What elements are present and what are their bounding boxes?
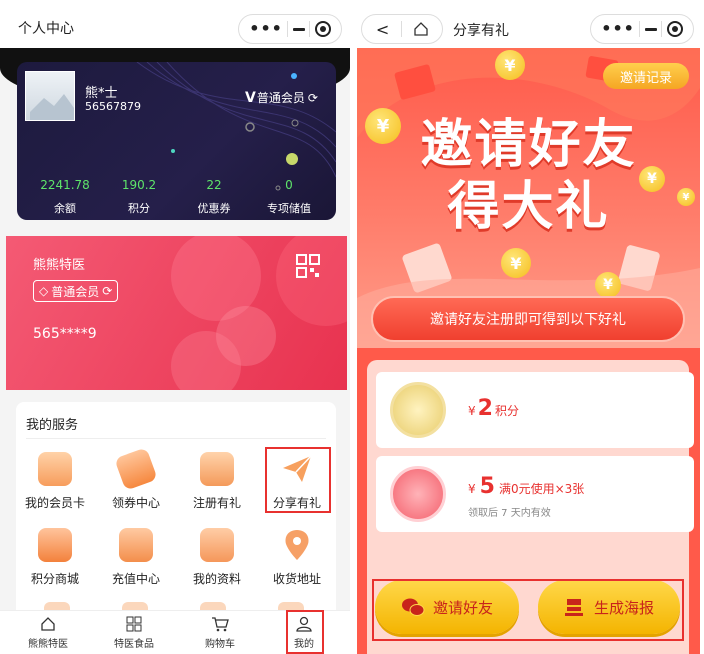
member-card-number: 565****9	[33, 326, 97, 342]
profile-screen: 个人中心 ••• 熊*士 56567879 V 普通会员 ⟳ 2241.78 余…	[0, 0, 350, 654]
services-title: 我的服务	[26, 418, 79, 433]
service-coupon-center[interactable]: 领券中心	[95, 447, 177, 511]
minimize-icon[interactable]	[644, 27, 657, 31]
highlight-action-buttons	[372, 579, 684, 641]
service-address[interactable]: 收货地址	[256, 528, 338, 587]
more-menu-icon[interactable]: •••	[249, 21, 283, 37]
home-icon[interactable]	[414, 22, 428, 36]
invite-hero-banner: ¥ ¥ ¥ ¥ ¥ ¥ 邀请记录 邀请好友 得大礼 邀请好友注册即可得到以下好礼	[357, 48, 700, 348]
points-shop-icon	[38, 528, 72, 562]
coupon-amount: 5	[479, 474, 495, 499]
share-top-bar: < 分享有礼 •••	[357, 0, 700, 48]
share-gift-screen: < 分享有礼 ••• ¥ ¥ ¥ ¥ ¥ ¥ 邀请记录 邀请好友 得大礼 邀请好…	[357, 0, 700, 654]
coin-icon: ¥	[501, 248, 531, 278]
user-name: 熊*士	[85, 86, 118, 101]
nav-capsule: <	[361, 14, 443, 44]
points-gift-icon	[390, 382, 446, 438]
mini-program-capsule: •••	[238, 14, 342, 44]
qr-code-icon[interactable]	[296, 254, 320, 278]
tab-home[interactable]: 熊熊特医	[18, 615, 78, 650]
tab-cart[interactable]: 购物车	[190, 615, 250, 650]
invite-banner-text: 邀请好友注册即可得到以下好礼	[371, 296, 685, 342]
invite-record-button[interactable]: 邀请记录	[603, 63, 689, 89]
member-level-badge[interactable]: V 普通会员 ⟳	[245, 89, 318, 106]
gift-points-card: ¥ 2 积分	[376, 372, 694, 448]
coupon-gift-icon	[390, 466, 446, 522]
hero-title-line1: 邀请好友	[420, 115, 637, 175]
minimize-icon[interactable]	[292, 27, 305, 31]
stat-coupons[interactable]: 22 优惠券	[179, 178, 249, 216]
profile-top-bar: 个人中心 •••	[0, 0, 350, 48]
user-info-card: 熊*士 56567879 V 普通会员 ⟳ 2241.78 余额 190.2 积分 …	[17, 62, 336, 220]
coin-icon: ¥	[495, 50, 525, 80]
service-points-mall[interactable]: 积分商城	[14, 528, 96, 587]
page-title: 个人中心	[18, 21, 74, 37]
profile-doc-icon	[200, 528, 234, 562]
service-register-gift[interactable]: 注册有礼	[176, 452, 258, 511]
avatar[interactable]	[25, 71, 75, 121]
recharge-icon	[119, 528, 153, 562]
location-pin-icon	[280, 528, 314, 562]
stat-special-deposit[interactable]: 0 专项储值	[254, 178, 324, 216]
gift-coupon-card: ¥ 5 满0元使用×3张 领取后 7 天内有效	[376, 456, 694, 532]
v-badge-icon: V	[245, 89, 256, 106]
more-menu-icon[interactable]: •••	[601, 21, 635, 37]
service-my-profile[interactable]: 我的资料	[176, 528, 258, 587]
highlight-share-gift	[265, 447, 331, 513]
coupon-icon	[114, 447, 158, 491]
service-member-card[interactable]: 我的会员卡	[14, 452, 96, 511]
crown-icon	[38, 452, 72, 486]
stat-balance[interactable]: 2241.78 余额	[30, 178, 100, 216]
points-amount: 2	[477, 396, 493, 421]
grid-icon	[125, 615, 143, 633]
diamond-icon: ◇	[39, 284, 49, 298]
refresh-icon[interactable]: ⟳	[102, 284, 112, 298]
back-icon[interactable]: <	[376, 20, 389, 39]
stat-points[interactable]: 190.2 积分	[104, 178, 174, 216]
member-card[interactable]: 熊熊特医 ◇ 普通会员 ⟳ 565****9	[6, 236, 347, 390]
home-icon	[39, 615, 57, 633]
refresh-icon[interactable]: ⟳	[308, 91, 318, 105]
page-title: 分享有礼	[453, 23, 509, 39]
coupon-validity: 领取后 7 天内有效	[468, 508, 551, 519]
gift-icon	[200, 452, 234, 486]
close-mini-program-icon[interactable]	[666, 21, 683, 37]
cart-icon	[211, 615, 229, 633]
member-level-text: 普通会员	[256, 91, 305, 105]
shop-name: 熊熊特医	[33, 258, 86, 273]
tab-foods[interactable]: 特医食品	[104, 615, 164, 650]
close-mini-program-icon[interactable]	[314, 21, 331, 37]
mini-program-capsule: •••	[590, 14, 694, 44]
user-id: 56567879	[85, 100, 141, 113]
highlight-tab-mine	[286, 610, 324, 654]
service-recharge[interactable]: 充值中心	[95, 528, 177, 587]
coin-icon: ¥	[595, 272, 621, 298]
hero-title-line2: 得大礼	[447, 177, 610, 237]
member-card-level[interactable]: ◇ 普通会员 ⟳	[33, 280, 119, 302]
